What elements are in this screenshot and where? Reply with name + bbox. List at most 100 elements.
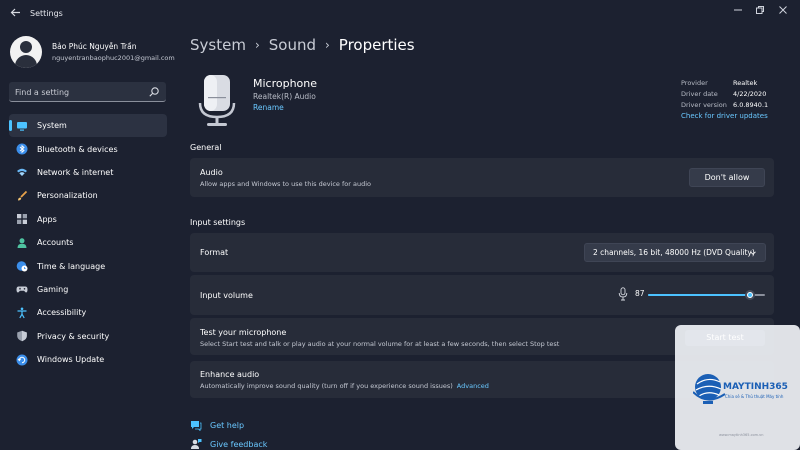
sidebar-item-label: Time & language — [37, 261, 106, 271]
enhance-audio-desc: Automatically improve sound quality (tur… — [200, 382, 453, 390]
give-feedback-label: Give feedback — [210, 439, 268, 449]
sidebar-item-network[interactable]: Network & internet — [9, 161, 167, 184]
input-volume-label: Input volume — [200, 291, 253, 300]
sidebar-item-privacy-security[interactable]: Privacy & security — [9, 325, 167, 348]
search-input[interactable] — [15, 85, 145, 99]
format-label: Format — [200, 248, 229, 257]
input-volume-slider[interactable] — [648, 290, 765, 300]
breadcrumb-sound[interactable]: Sound — [269, 36, 316, 54]
title-bar: Settings — [0, 0, 800, 28]
provider-value: Realtek — [733, 79, 758, 87]
sidebar-item-system[interactable]: System — [9, 114, 167, 138]
test-microphone-desc: Select Start test and talk or play audio… — [200, 340, 560, 348]
watermark-url: www.maytinh365.com.vn — [719, 433, 764, 437]
breadcrumb-system[interactable]: System — [190, 36, 246, 54]
input-volume-card: Input volume 87 — [190, 275, 774, 315]
sidebar-item-label: Bluetooth & devices — [37, 144, 118, 154]
sidebar-item-label: Privacy & security — [37, 331, 110, 341]
breadcrumb: System › Sound › Properties — [190, 34, 415, 56]
help-chat-icon — [191, 421, 202, 431]
sidebar-item-personalization[interactable]: Personalization — [9, 184, 167, 207]
watermark: Start test MAYTINH365 Chia sẻ & Thủ thuậ… — [675, 325, 800, 450]
page-title: Properties — [338, 36, 415, 54]
enhance-audio-desc-row: Automatically improve sound quality (tur… — [200, 382, 489, 390]
minimize-icon[interactable] — [730, 5, 746, 21]
search-box[interactable] — [9, 82, 166, 102]
globe-clock-icon — [16, 261, 28, 272]
monitor-icon — [17, 121, 27, 131]
input-volume-value: 87 — [635, 289, 645, 298]
window-title: Settings — [30, 9, 63, 18]
sidebar-item-label: Network & internet — [37, 167, 114, 177]
user-profile[interactable]: Bảo Phúc Nguyễn Trần nguyentranbaophuc20… — [10, 36, 180, 70]
sidebar-item-accessibility[interactable]: Accessibility — [9, 301, 167, 324]
sidebar-item-label: Apps — [37, 214, 57, 224]
device-name: Microphone — [253, 77, 318, 90]
breadcrumb-separator: › — [324, 38, 330, 52]
format-dropdown[interactable]: 2 channels, 16 bit, 48000 Hz (DVD Qualit… — [584, 243, 766, 262]
audio-title: Audio — [200, 168, 223, 177]
driver-version-value: 6.0.8940.1 — [733, 101, 769, 109]
driver-version-label: Driver version — [681, 101, 727, 109]
sidebar-item-label: System — [37, 121, 67, 131]
wifi-icon — [17, 169, 27, 177]
device-subtitle: Realtek(R) Audio — [253, 92, 316, 101]
breadcrumb-separator: › — [254, 38, 260, 52]
audio-desc: Allow apps and Windows to use this devic… — [200, 180, 372, 188]
provider-label: Provider — [681, 79, 708, 87]
sidebar-item-label: Accessibility — [37, 308, 87, 318]
update-icon — [16, 354, 28, 366]
watermark-tagline: Chia sẻ & Thủ thuật Máy tính — [725, 394, 784, 399]
back-arrow-icon[interactable] — [8, 7, 22, 21]
chevron-down-icon — [750, 251, 756, 255]
audio-card: Audio Allow apps and Windows to use this… — [190, 158, 774, 197]
section-input-settings-title: Input settings — [190, 218, 246, 227]
format-value: 2 channels, 16 bit, 48000 Hz (DVD Qualit… — [593, 248, 755, 257]
get-help-link[interactable]: Get help — [190, 419, 244, 431]
sidebar-item-label: Gaming — [37, 284, 69, 294]
sidebar-item-apps[interactable]: Apps — [9, 208, 167, 231]
person-icon — [17, 237, 27, 248]
start-test-button[interactable]: Start test — [685, 330, 765, 346]
profile-name: Bảo Phúc Nguyễn Trần — [52, 42, 137, 51]
apps-icon — [17, 214, 27, 225]
active-indicator — [9, 120, 12, 131]
close-icon[interactable] — [775, 5, 791, 21]
enhance-audio-title: Enhance audio — [200, 370, 260, 379]
sidebar-item-accounts[interactable]: Accounts — [9, 231, 167, 254]
brush-icon — [18, 190, 28, 201]
sidebar-item-label: Windows Update — [37, 355, 105, 365]
slider-fill — [648, 294, 750, 296]
gamepad-icon — [16, 286, 28, 293]
get-help-label: Get help — [210, 420, 245, 430]
shield-icon — [17, 331, 27, 342]
rename-link[interactable]: Rename — [253, 103, 284, 112]
check-driver-updates-link[interactable]: Check for driver updates — [681, 112, 768, 120]
watermark-logo-icon — [693, 374, 726, 404]
test-microphone-title: Test your microphone — [200, 328, 287, 337]
profile-email: nguyentranbaophuc2001@gmail.com — [52, 54, 175, 62]
format-card: Format 2 channels, 16 bit, 48000 Hz (DVD… — [190, 233, 774, 272]
restore-icon[interactable] — [752, 5, 768, 21]
driver-date-value: 4/22/2020 — [733, 90, 767, 98]
microphone-device-icon — [198, 75, 236, 126]
sidebar-item-time-language[interactable]: Time & language — [9, 254, 167, 277]
section-general-title: General — [190, 143, 222, 152]
sidebar-item-bluetooth[interactable]: Bluetooth & devices — [9, 137, 167, 160]
microphone-icon — [618, 287, 628, 301]
accessibility-icon — [17, 307, 27, 319]
slider-thumb[interactable] — [744, 290, 755, 300]
give-feedback-link[interactable]: Give feedback — [190, 438, 267, 450]
avatar — [10, 36, 42, 68]
advanced-link[interactable]: Advanced — [457, 382, 489, 390]
driver-date-label: Driver date — [681, 90, 718, 98]
search-icon[interactable] — [148, 86, 160, 98]
sidebar-nav: System Bluetooth & devices Network & int… — [9, 114, 167, 371]
feedback-icon — [191, 439, 202, 449]
sidebar-item-label: Accounts — [37, 238, 74, 248]
sidebar-item-gaming[interactable]: Gaming — [9, 278, 167, 301]
sidebar-item-label: Personalization — [37, 191, 98, 201]
dont-allow-button[interactable]: Don't allow — [689, 168, 765, 187]
sidebar-item-windows-update[interactable]: Windows Update — [9, 348, 167, 371]
watermark-brand: MAYTINH365 — [723, 382, 788, 392]
